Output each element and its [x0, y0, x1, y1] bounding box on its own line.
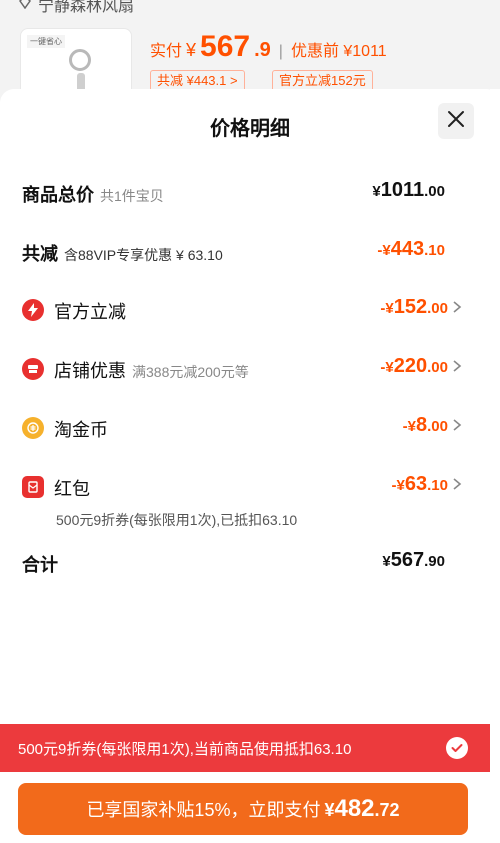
- pay-button-label: 已享国家补贴15%，立即支付: [86, 800, 321, 820]
- close-button[interactable]: [438, 103, 474, 139]
- sheet-title: 价格明细: [210, 118, 290, 140]
- total-price-label: 商品总价: [22, 185, 94, 205]
- item-count: 共1件宝贝: [100, 188, 164, 204]
- chevron-right-icon: [452, 300, 466, 316]
- vip-discount-note: 含88VIP专享优惠 ¥ 63.10: [64, 247, 223, 263]
- official-discount-label: 官方立减: [54, 302, 126, 322]
- store-discount-amount: -¥220.00: [380, 355, 448, 377]
- sum-label: 合计: [22, 555, 58, 575]
- check-icon[interactable]: [446, 737, 468, 759]
- chevron-right-icon: [452, 477, 466, 493]
- row-official-discount[interactable]: 官方立减 -¥152.00: [0, 288, 500, 328]
- coupon-banner[interactable]: 500元9折券(每张限用1次),当前商品使用抵扣63.10: [0, 724, 490, 772]
- row-sum: 合计 ¥567.90: [0, 541, 500, 581]
- official-discount-amount: -¥152.00: [380, 296, 448, 318]
- store-discount-label: 店铺优惠: [54, 361, 126, 381]
- total-discount-label: 共减: [22, 244, 58, 264]
- chevron-right-icon: [452, 418, 466, 434]
- red-packet-note: 500元9折券(每张限用1次),已抵扣63.10: [56, 512, 298, 528]
- taobao-coins-amount: -¥8.00: [402, 414, 448, 436]
- row-total-discount: 共减 含88VIP专享优惠 ¥ 63.10 -¥443.10: [0, 230, 500, 270]
- red-packet-icon: [22, 476, 44, 498]
- lightning-icon: [22, 299, 44, 321]
- thumbnail-tag: 一键省心: [27, 35, 65, 48]
- close-icon: [447, 110, 465, 133]
- total-discount-amount: -¥443.10: [377, 238, 445, 260]
- sum-amount: ¥567.90: [382, 549, 445, 571]
- coupon-banner-text: 500元9折券(每张限用1次),当前商品使用抵扣63.10: [18, 741, 352, 758]
- red-packet-amount: -¥63.10: [391, 473, 448, 495]
- location-icon: [18, 0, 32, 14]
- store-discount-rule: 满388元减200元等: [132, 364, 249, 380]
- fan-image: [69, 49, 91, 71]
- row-store-discount[interactable]: 店铺优惠 满388元减200元等 -¥220.00: [0, 347, 500, 387]
- row-total-price: 商品总价 共1件宝贝 ¥1011.00: [0, 171, 500, 211]
- chevron-right-icon: [452, 359, 466, 375]
- shop-icon: [22, 358, 44, 380]
- background-product-title: 宁静森林风扇: [18, 0, 134, 16]
- taobao-coins-label: 淘金币: [54, 420, 108, 440]
- total-price-amount: ¥1011.00: [372, 179, 445, 201]
- coin-icon: [22, 417, 44, 439]
- pay-button[interactable]: 已享国家补贴15%，立即支付 ¥482.72: [18, 783, 468, 835]
- red-packet-label: 红包: [54, 479, 90, 499]
- pay-button-amount: ¥482.72: [324, 795, 400, 822]
- row-red-packet[interactable]: 红包 -¥63.10: [0, 465, 500, 505]
- row-taobao-coins[interactable]: 淘金币 -¥8.00: [0, 406, 500, 446]
- background-price: 实付 ¥ 567 .9 | 优惠前 ¥1011: [150, 30, 387, 63]
